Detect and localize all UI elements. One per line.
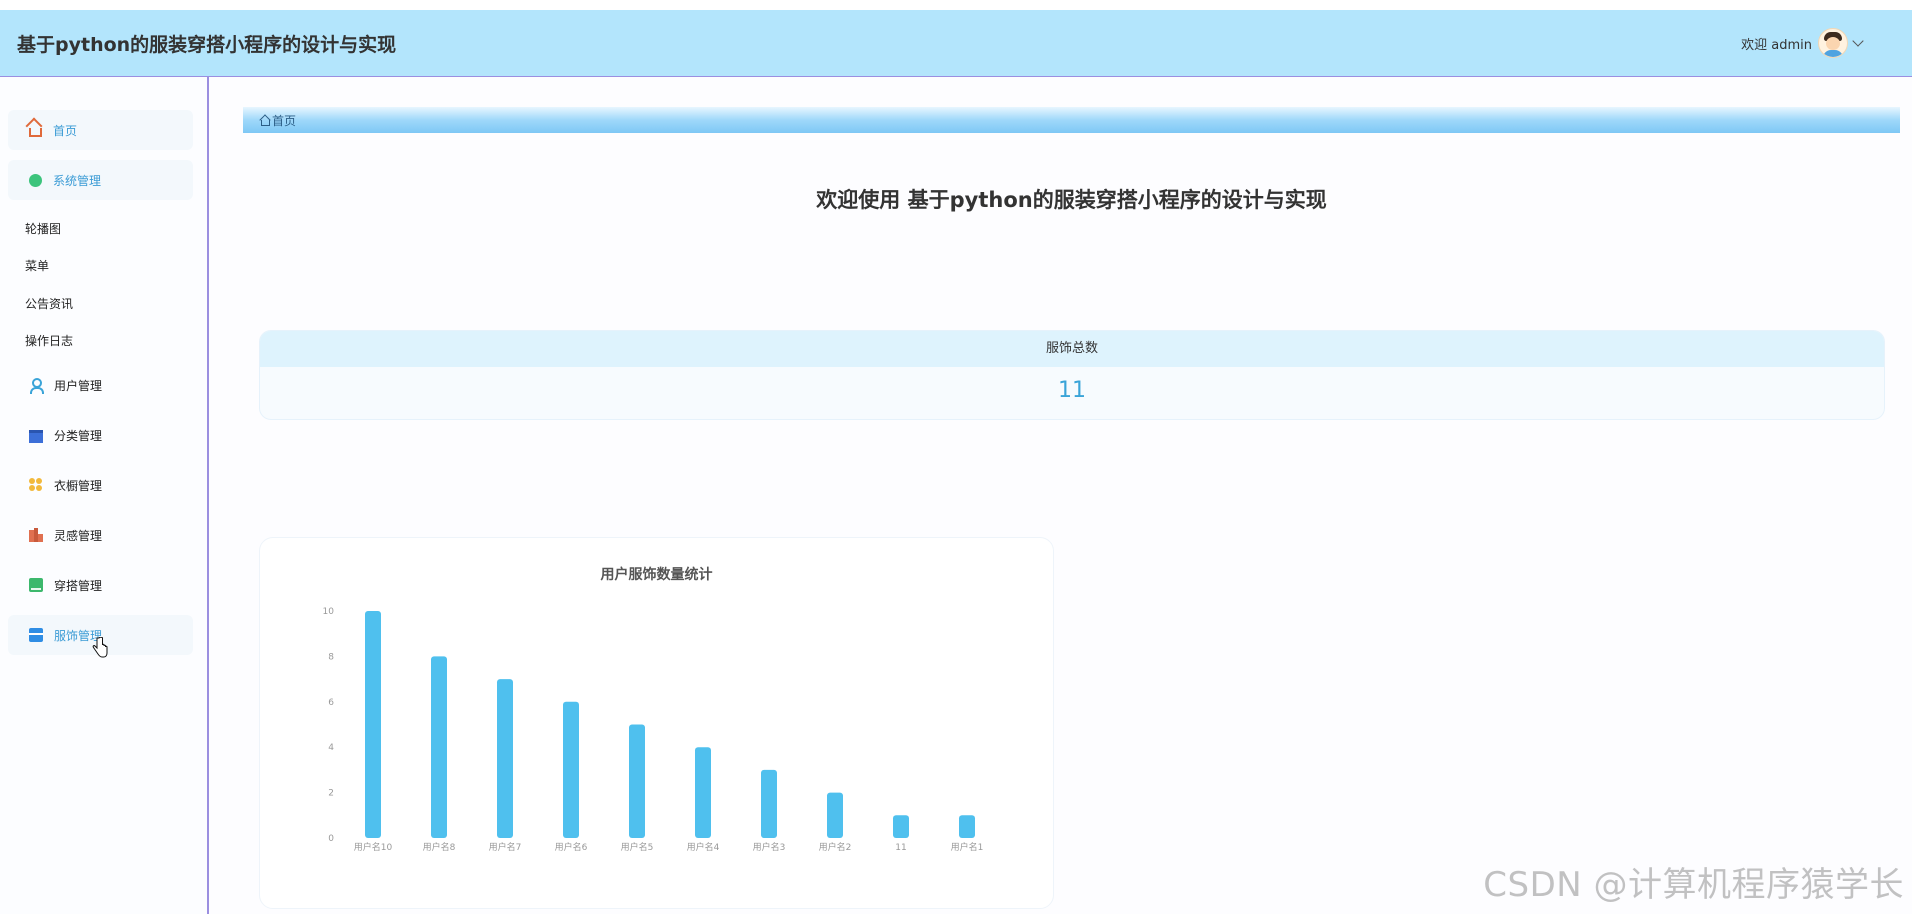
wardrobe-icon (29, 478, 43, 492)
bar[interactable] (365, 611, 381, 838)
y-tick-label: 10 (323, 607, 335, 617)
bar-chart: 0 2 4 6 8 10 用户名10 用户名8 用户名7 用户名6 用户名5 用户名4 用户名3 用户名2… (323, 607, 984, 853)
bar[interactable] (959, 815, 975, 838)
y-tick-label: 8 (328, 652, 334, 662)
sidebar-subitem-menu[interactable]: 菜单 (25, 257, 49, 274)
bar[interactable] (563, 701, 579, 838)
hand-cursor-icon (92, 637, 108, 658)
x-tick-label: 用户名10 (354, 841, 393, 853)
x-tick-label: 用户名7 (489, 841, 522, 853)
sidebar-item-label: 分类管理 (54, 428, 103, 443)
app-title: 基于python的服装穿搭小程序的设计与实现 (17, 34, 397, 56)
chart-card: 用户服饰数量统计 0 2 4 6 8 10 用户名10 用户名8 用户名7 用户名6 用户名5 用户名… (259, 537, 1054, 909)
category-icon (29, 429, 43, 443)
bar[interactable] (761, 769, 777, 838)
bar[interactable] (893, 815, 909, 838)
sidebar-subitem-carousel[interactable]: 轮播图 (25, 220, 61, 237)
top-strip (0, 0, 1912, 10)
bar[interactable] (497, 679, 513, 838)
x-tick-label: 用户名1 (951, 841, 984, 853)
bar[interactable] (629, 724, 645, 839)
clothing-icon (29, 628, 43, 642)
breadcrumb-home-link[interactable]: 首页 (272, 112, 296, 129)
sidebar-item-label: 系统管理 (53, 173, 102, 188)
sidebar-item-label: 用户管理 (54, 378, 103, 393)
x-tick-label: 用户名4 (687, 841, 720, 853)
home-icon[interactable] (260, 115, 270, 126)
x-tick-label: 用户名5 (621, 841, 654, 853)
system-icon (29, 173, 42, 187)
sidebar-item-label: 穿搭管理 (54, 578, 103, 593)
x-tick-label: 用户名6 (555, 841, 588, 853)
y-tick-label: 2 (328, 789, 334, 799)
sidebar-item-label: 衣橱管理 (54, 478, 103, 493)
sidebar-item-system[interactable]: 系统管理 (8, 160, 193, 200)
home-icon (29, 128, 42, 137)
top-header: 基于python的服装穿搭小程序的设计与实现 欢迎 admin (0, 10, 1912, 77)
x-tick-label: 用户名2 (819, 841, 852, 853)
sidebar-item-inspiration[interactable]: 灵感管理 (8, 515, 193, 555)
sidebar-item-home[interactable]: 首页 (8, 110, 193, 150)
stat-card-label: 服饰总数 (260, 331, 1884, 367)
bar[interactable] (431, 656, 447, 838)
sidebar-item-outfit[interactable]: 穿搭管理 (8, 565, 193, 605)
welcome-user-text: 欢迎 admin (1741, 37, 1812, 53)
sidebar-item-users[interactable]: 用户管理 (8, 365, 193, 405)
y-tick-label: 6 (328, 698, 334, 708)
sidebar-item-label: 首页 (53, 123, 78, 138)
sidebar-subitem-announcements[interactable]: 公告资讯 (25, 295, 73, 312)
x-tick-label: 用户名3 (753, 841, 786, 853)
bar[interactable] (695, 747, 711, 838)
sidebar-subitem-operation-log[interactable]: 操作日志 (25, 332, 73, 349)
breadcrumb: 首页 (243, 107, 1900, 133)
x-tick-label: 11 (895, 843, 906, 853)
sidebar: 首页 系统管理 轮播图 菜单 公告资讯 操作日志 用户管理 分类管理 衣橱管理 … (0, 77, 209, 914)
watermark: CSDN @计算机程序猿学长 (1483, 865, 1904, 905)
sidebar-item-categories[interactable]: 分类管理 (8, 415, 193, 455)
inspiration-icon (29, 528, 43, 542)
user-menu[interactable]: 欢迎 admin (1741, 28, 1864, 58)
avatar[interactable] (1818, 28, 1848, 58)
chevron-down-icon[interactable] (1852, 35, 1864, 47)
user-icon (29, 378, 44, 394)
page-title: 欢迎使用 基于python的服装穿搭小程序的设计与实现 (816, 188, 1327, 212)
bar[interactable] (827, 792, 843, 838)
y-tick-label: 0 (328, 834, 334, 844)
outfit-icon (29, 578, 43, 592)
sidebar-item-label: 灵感管理 (54, 528, 103, 543)
x-tick-label: 用户名8 (423, 841, 456, 853)
sidebar-item-wardrobe[interactable]: 衣橱管理 (8, 465, 193, 505)
stat-card-value: 11 (1058, 378, 1086, 403)
y-tick-label: 4 (328, 743, 334, 753)
clothing-total-card: 服饰总数 11 (259, 330, 1885, 420)
